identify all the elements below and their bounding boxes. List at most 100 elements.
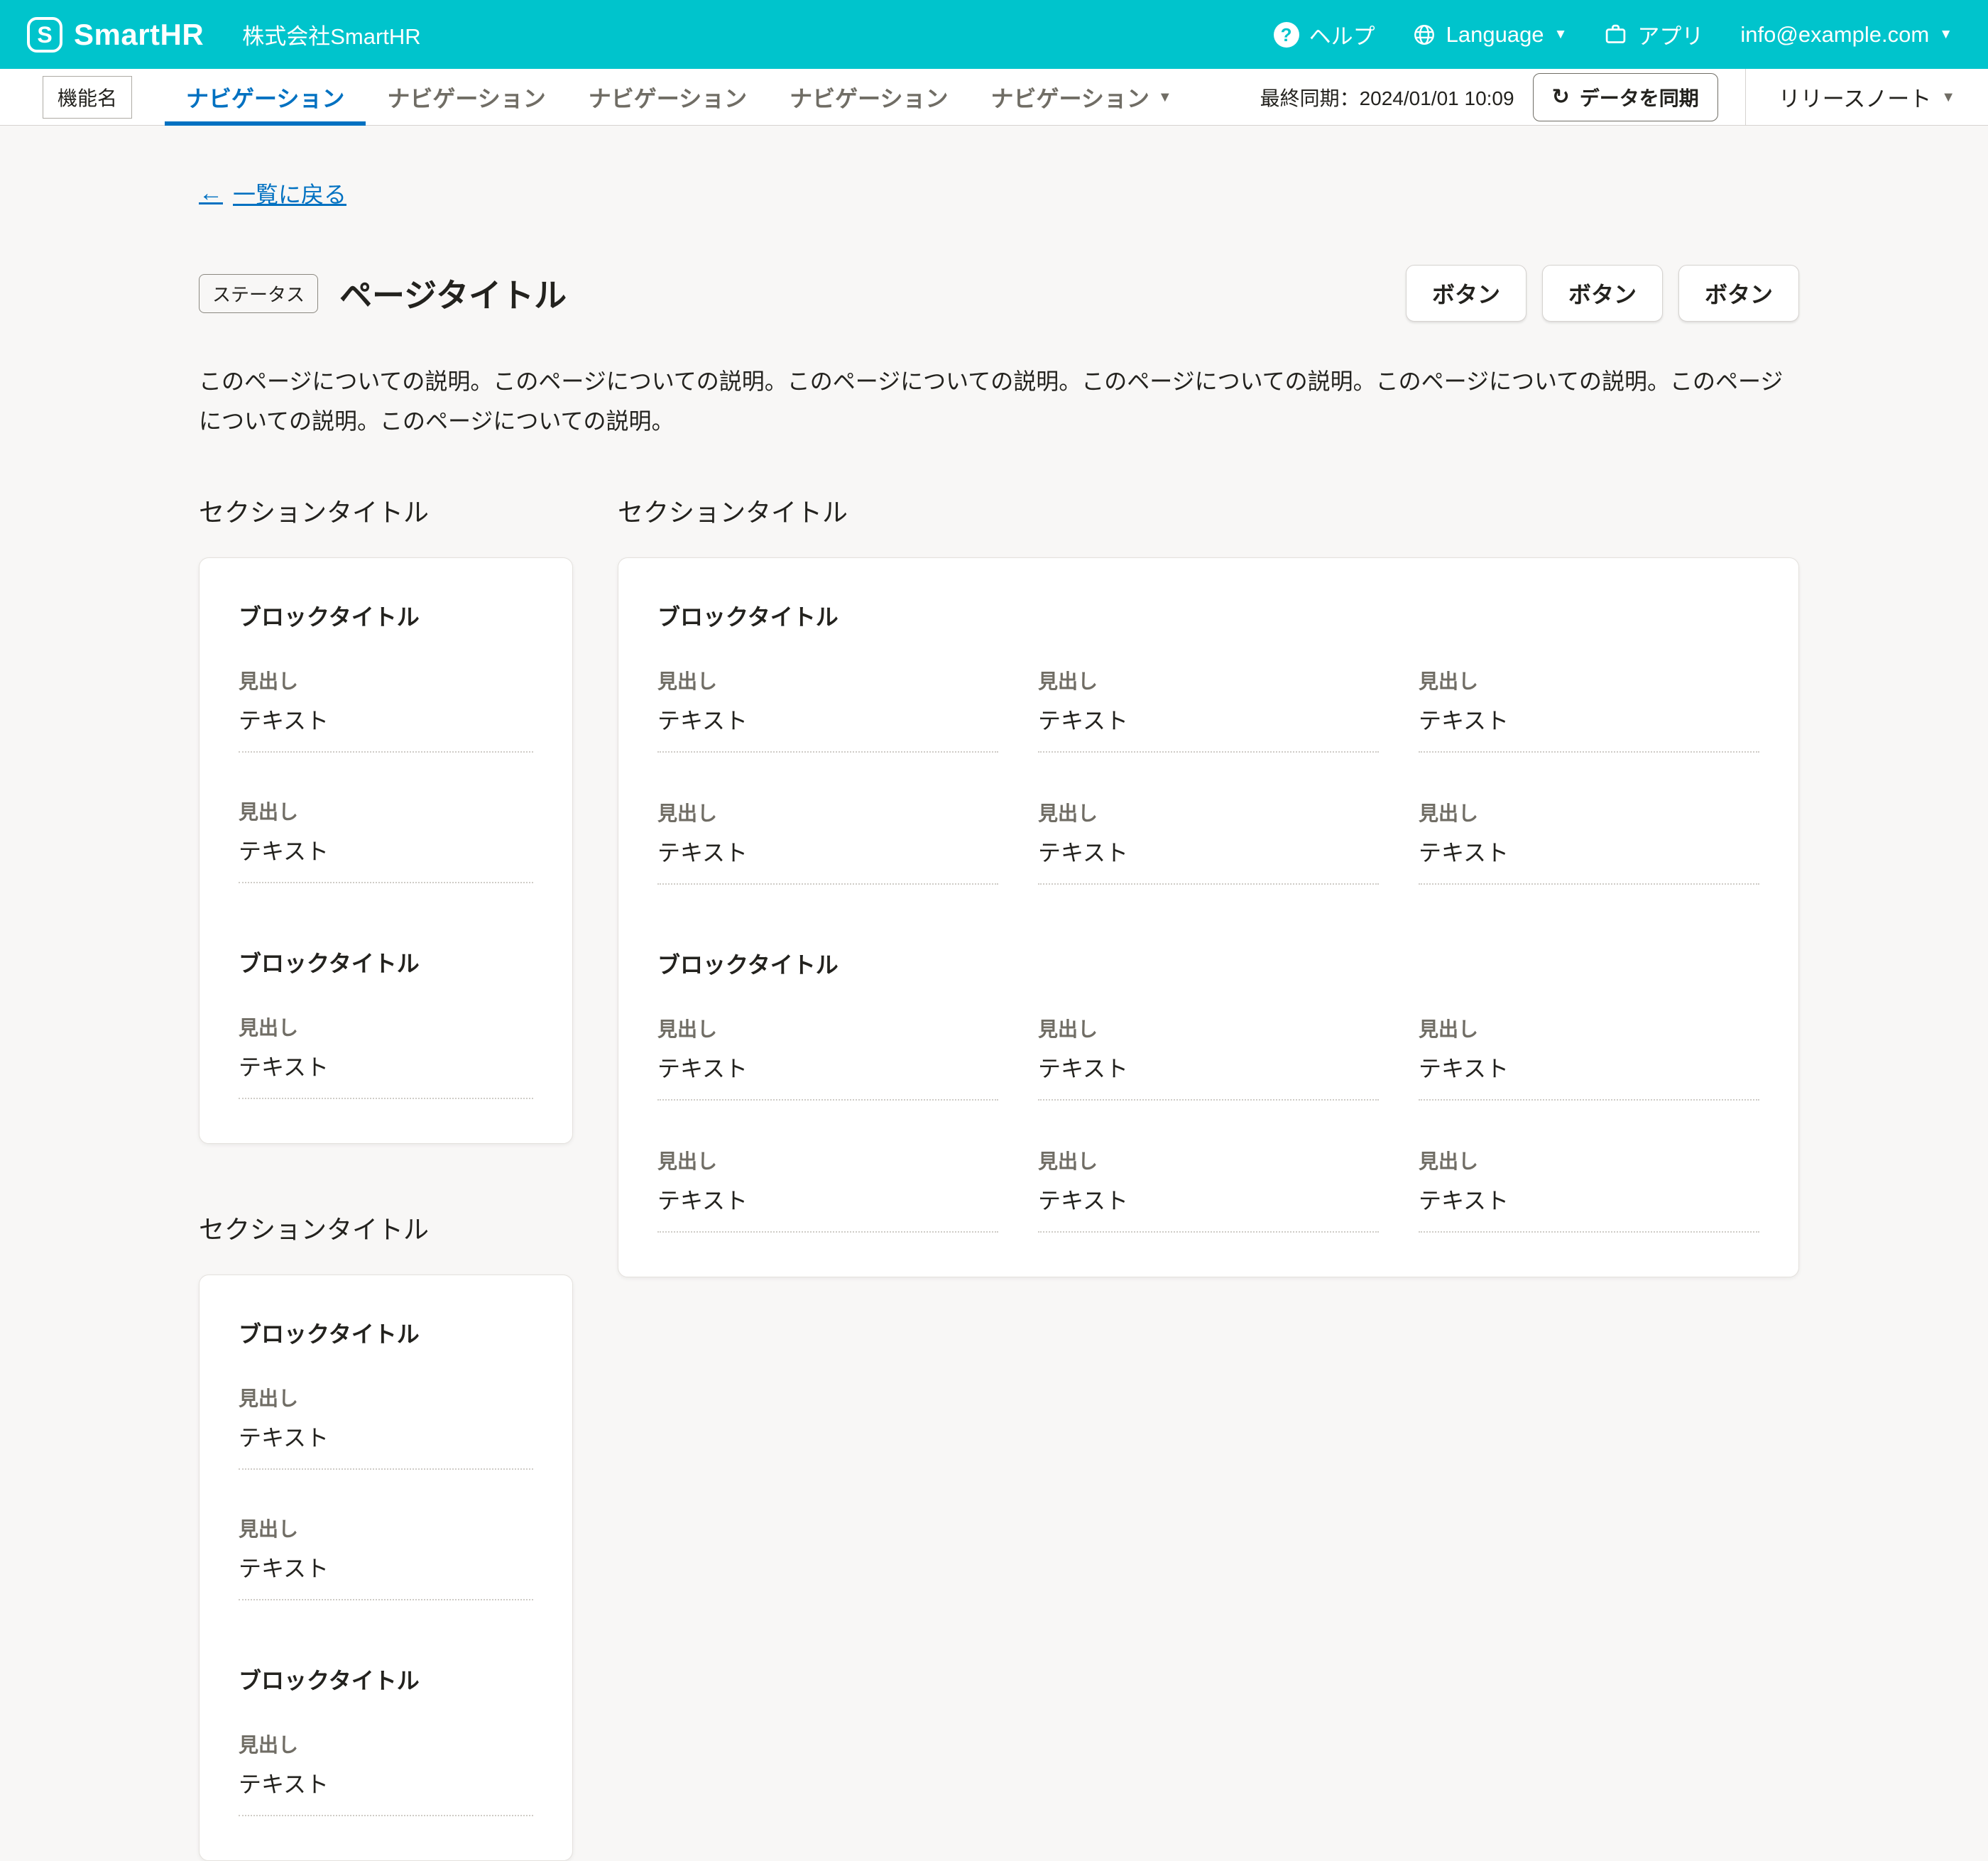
field-list: 見出し テキスト 見出し テキスト xyxy=(239,666,533,883)
chevron-down-icon: ▼ xyxy=(1939,28,1952,41)
sync-data-button[interactable]: ↻ データを同期 xyxy=(1533,73,1718,121)
field-label: 見出し xyxy=(239,1383,533,1412)
field-label: 見出し xyxy=(1419,1146,1759,1174)
field-label: 見出し xyxy=(657,666,998,694)
help-link[interactable]: ? ヘルプ xyxy=(1274,18,1375,50)
field-value: テキスト xyxy=(1419,1051,1759,1101)
field: 見出し テキスト xyxy=(1419,666,1759,753)
field-value: テキスト xyxy=(1038,1183,1379,1233)
nav-tab-3[interactable]: ナビゲーション xyxy=(567,69,768,125)
chevron-down-icon: ▼ xyxy=(1158,90,1172,104)
field: 見出し テキスト xyxy=(657,798,998,885)
nav-tab-label: ナビゲーション xyxy=(186,81,344,114)
block: ブロックタイトル 見出し テキスト 見出し テキスト 見出し xyxy=(657,599,1759,885)
block: ブロックタイトル 見出し テキスト 見出し テキスト xyxy=(239,599,533,883)
field: 見出し テキスト xyxy=(657,1146,998,1233)
action-button-3[interactable]: ボタン xyxy=(1678,265,1799,322)
field-list: 見出し テキスト xyxy=(239,1013,533,1099)
page-actions: ボタン ボタン ボタン xyxy=(1406,265,1799,322)
title-left: ステータス ページタイトル xyxy=(199,270,567,317)
page-description: このページについての説明。このページについての説明。このページについての説明。こ… xyxy=(199,361,1799,441)
back-arrow-icon: ← xyxy=(199,181,223,205)
smarthr-logo[interactable]: S SmartHR xyxy=(27,17,204,53)
section-title: セクションタイトル xyxy=(618,492,1799,529)
field-grid: 見出し テキスト 見出し テキスト 見出し テキスト xyxy=(657,1014,1759,1233)
field-list: 見出し テキスト xyxy=(239,1730,533,1816)
release-notes-menu[interactable]: リリースノート ▼ xyxy=(1745,69,1988,125)
field: 見出し テキスト xyxy=(1419,798,1759,885)
header-left: S SmartHR 株式会社SmartHR xyxy=(27,17,421,53)
field: 見出し テキスト xyxy=(239,1013,533,1099)
card: ブロックタイトル 見出し テキスト 見出し テキスト xyxy=(199,557,573,1144)
section-title: セクションタイトル xyxy=(199,492,573,529)
nav-left: 機能名 ナビゲーション ナビゲーション ナビゲーション ナビゲーション ナビゲー… xyxy=(43,69,1194,125)
app-header: S SmartHR 株式会社SmartHR ? ヘルプ Language ▼ ア… xyxy=(0,0,1988,69)
page-title: ページタイトル xyxy=(339,270,567,317)
field: 見出し テキスト xyxy=(657,1014,998,1101)
action-button-2[interactable]: ボタン xyxy=(1542,265,1663,322)
apps-label: アプリ xyxy=(1637,18,1703,50)
field-label: 見出し xyxy=(1038,1146,1379,1174)
field-value: テキスト xyxy=(1038,703,1379,753)
block: ブロックタイトル 見出し テキスト 見出し テキスト 見出し xyxy=(657,947,1759,1233)
action-button-1[interactable]: ボタン xyxy=(1406,265,1526,322)
field-label: 見出し xyxy=(239,1730,533,1758)
field-label: 見出し xyxy=(1419,666,1759,694)
tab-navigation: 機能名 ナビゲーション ナビゲーション ナビゲーション ナビゲーション ナビゲー… xyxy=(0,69,1988,126)
field-value: テキスト xyxy=(1419,835,1759,885)
field-label: 見出し xyxy=(1038,798,1379,826)
status-badge: ステータス xyxy=(199,274,318,313)
page-title-row: ステータス ページタイトル ボタン ボタン ボタン xyxy=(199,265,1799,322)
field-value: テキスト xyxy=(239,1049,533,1099)
field: 見出し テキスト xyxy=(239,1514,533,1600)
field-value: テキスト xyxy=(239,834,533,883)
nav-tab-2[interactable]: ナビゲーション xyxy=(366,69,567,125)
feature-name-badge: 機能名 xyxy=(43,76,132,119)
field: 見出し テキスト xyxy=(657,666,998,753)
field-label: 見出し xyxy=(657,1146,998,1174)
last-sync-timestamp: 最終同期：2024/01/01 10:09 xyxy=(1260,83,1514,111)
right-column: セクションタイトル ブロックタイトル 見出し テキスト 見出し テキスト xyxy=(618,492,1799,1277)
field-label: 見出し xyxy=(657,798,998,826)
field-value: テキスト xyxy=(1419,1183,1759,1233)
globe-icon xyxy=(1412,23,1436,47)
content-columns: セクションタイトル ブロックタイトル 見出し テキスト 見出し テキスト xyxy=(199,492,1799,1861)
back-link[interactable]: ← 一覧に戻る xyxy=(199,177,346,209)
section-left-2: セクションタイトル ブロックタイトル 見出し テキスト 見出し テキスト xyxy=(199,1209,573,1861)
block-title: ブロックタイトル xyxy=(239,1316,533,1349)
briefcase-icon xyxy=(1604,23,1627,46)
field: 見出し テキスト xyxy=(239,1383,533,1470)
block-title: ブロックタイトル xyxy=(657,599,1759,632)
field-grid: 見出し テキスト 見出し テキスト 見出し テキスト xyxy=(657,666,1759,885)
nav-tab-5[interactable]: ナビゲーション ▼ xyxy=(970,69,1194,125)
apps-link[interactable]: アプリ xyxy=(1604,18,1703,50)
field: 見出し テキスト xyxy=(1038,798,1379,885)
help-icon: ? xyxy=(1274,22,1299,48)
help-label: ヘルプ xyxy=(1309,18,1375,50)
chevron-down-icon: ▼ xyxy=(1941,90,1955,104)
section-title: セクションタイトル xyxy=(199,1209,573,1246)
block: ブロックタイトル 見出し テキスト xyxy=(239,946,533,1099)
section-left-1: セクションタイトル ブロックタイトル 見出し テキスト 見出し テキスト xyxy=(199,492,573,1144)
field-value: テキスト xyxy=(239,1420,533,1470)
account-menu[interactable]: info@example.com ▼ xyxy=(1740,22,1952,48)
nav-right: 最終同期：2024/01/01 10:09 ↻ データを同期 リリースノート ▼ xyxy=(1260,69,1988,125)
nav-tab-label: ナビゲーション xyxy=(387,81,545,114)
field-label: 見出し xyxy=(1038,1014,1379,1042)
field: 見出し テキスト xyxy=(1038,1014,1379,1101)
block: ブロックタイトル 見出し テキスト 見出し テキスト xyxy=(239,1316,533,1600)
field-label: 見出し xyxy=(239,1013,533,1041)
field-value: テキスト xyxy=(239,703,533,753)
field-value: テキスト xyxy=(1419,703,1759,753)
main-content: ← 一覧に戻る ステータス ページタイトル ボタン ボタン ボタン このページに… xyxy=(0,126,1988,1861)
brand-name: SmartHR xyxy=(74,18,204,52)
language-menu[interactable]: Language ▼ xyxy=(1412,22,1568,48)
field-value: テキスト xyxy=(657,1183,998,1233)
nav-tab-1[interactable]: ナビゲーション xyxy=(165,69,366,125)
field-value: テキスト xyxy=(657,1051,998,1101)
account-email: info@example.com xyxy=(1740,22,1929,48)
field-label: 見出し xyxy=(239,797,533,825)
nav-tab-4[interactable]: ナビゲーション xyxy=(768,69,969,125)
card: ブロックタイトル 見出し テキスト 見出し テキスト 見出し xyxy=(618,557,1799,1277)
company-name: 株式会社SmartHR xyxy=(242,18,420,50)
